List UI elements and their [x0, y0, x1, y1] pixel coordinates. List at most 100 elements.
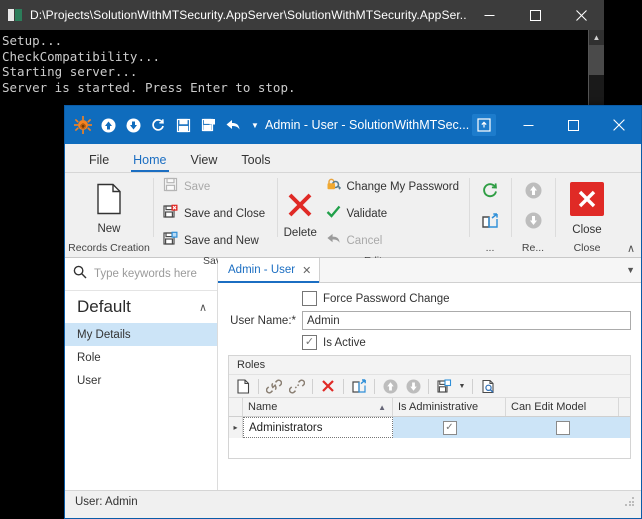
close-button[interactable]: Close: [561, 180, 613, 236]
new-record-icon[interactable]: [232, 376, 254, 396]
unlink-icon[interactable]: [286, 376, 308, 396]
user-name-row: User Name:* Admin: [228, 311, 631, 330]
delete-button[interactable]: Delete: [283, 189, 318, 239]
app-title-right-controls: [472, 106, 641, 144]
app-close-button[interactable]: [596, 106, 641, 144]
svg-text:◉: ◉: [80, 123, 86, 130]
console-maximize-button[interactable]: [512, 0, 558, 30]
ribbon-display-options-icon[interactable]: [472, 114, 496, 136]
console-minimize-button[interactable]: [466, 0, 512, 30]
save-and-close-button-label: Save and Close: [184, 208, 266, 220]
roles-panel-title: Roles: [229, 356, 630, 375]
user-form: Force Password Change User Name:* Admin …: [218, 283, 641, 490]
tab-home[interactable]: Home: [121, 149, 178, 172]
save-layout-icon[interactable]: [433, 376, 455, 396]
move-down-icon[interactable]: [402, 376, 424, 396]
tab-file[interactable]: File: [77, 149, 121, 172]
sidebar-item-role[interactable]: Role: [65, 346, 217, 369]
ribbon-collapse-chevron[interactable]: ∧: [627, 242, 635, 255]
console-title-text: D:\Projects\SolutionWithMTSecurity.AppSe…: [30, 8, 466, 22]
cancel-button[interactable]: Cancel: [322, 229, 464, 253]
validate-button[interactable]: Validate: [322, 202, 464, 226]
refresh-icon[interactable]: [481, 181, 499, 204]
toolbar-separator: [343, 378, 344, 394]
tab-tools[interactable]: Tools: [229, 149, 282, 172]
undo-icon[interactable]: [222, 114, 244, 136]
delete-x-icon[interactable]: [317, 376, 339, 396]
cell-can-edit-model[interactable]: [506, 417, 619, 438]
export-icon[interactable]: [481, 212, 499, 235]
sidebar-item-user[interactable]: User: [65, 369, 217, 392]
ribbon-group-edit: Delete Change My Password Validate Cance…: [277, 173, 469, 267]
save-and-close-button[interactable]: Save and Close: [159, 202, 269, 226]
save-icon: [163, 177, 178, 197]
chevron-down-icon[interactable]: ▼: [626, 258, 635, 282]
new-document-icon: [94, 183, 124, 220]
toolbar-separator: [428, 378, 429, 394]
ribbon-tab-bar: File Home View Tools: [65, 144, 641, 173]
column-header-can-edit-model[interactable]: Can Edit Model: [506, 398, 619, 416]
new-button-label: New: [97, 222, 121, 235]
chevron-up-icon[interactable]: ∧: [199, 301, 207, 314]
column-header-name[interactable]: Name ▲: [243, 398, 393, 416]
link-icon[interactable]: [263, 376, 285, 396]
close-icon[interactable]: ✕: [302, 264, 311, 277]
app-minimize-button[interactable]: [506, 106, 551, 144]
change-my-password-button[interactable]: Change My Password: [322, 175, 464, 199]
preview-icon[interactable]: [477, 376, 499, 396]
nav-group-title: Default: [77, 297, 131, 316]
roles-grid-header: Name ▲ Is Administrative Can Edit Model: [229, 398, 630, 417]
app-title-bar: ◉ ▼ Admin - User - SolutionWithMTSec...: [65, 106, 641, 144]
navigate-down-icon[interactable]: [122, 114, 144, 136]
console-scroll-up-icon[interactable]: ▲: [589, 30, 604, 45]
change-my-password-label: Change My Password: [346, 181, 460, 193]
is-active-checkbox[interactable]: ✓: [302, 335, 317, 350]
save-icon[interactable]: [172, 114, 194, 136]
chevron-down-icon[interactable]: ▼: [456, 376, 468, 396]
cell-is-administrative[interactable]: ✓: [393, 417, 506, 438]
force-password-change-checkbox[interactable]: [302, 291, 317, 306]
console-title-bar: D:\Projects\SolutionWithMTSecurity.AppSe…: [0, 0, 604, 30]
table-row[interactable]: ▸ Administrators ✓: [229, 417, 630, 438]
cell-name[interactable]: Administrators: [243, 417, 393, 438]
move-up-icon[interactable]: [379, 376, 401, 396]
is-active-row: ✓ Is Active: [228, 335, 631, 350]
status-bar: User: Admin: [65, 490, 641, 513]
force-password-change-label: Force Password Change: [323, 292, 450, 305]
app-title-text: Admin - User - SolutionWithMTSec...: [265, 118, 470, 132]
navigate-up-icon[interactable]: [97, 114, 119, 136]
app-maximize-button[interactable]: [551, 106, 596, 144]
console-scroll-thumb[interactable]: [589, 45, 604, 75]
validate-label: Validate: [346, 208, 388, 220]
search-icon: [73, 265, 87, 284]
can-edit-model-checkbox[interactable]: [555, 420, 570, 435]
key-lock-icon: [326, 177, 341, 197]
sort-ascending-icon: ▲: [378, 402, 386, 412]
sidebar-item-my-details[interactable]: My Details: [65, 323, 217, 346]
record-down-icon[interactable]: [525, 212, 542, 234]
ribbon-group-label-records-creation: Records Creation: [68, 242, 150, 254]
resize-grip-icon[interactable]: [625, 497, 635, 507]
column-header-name-label: Name: [248, 401, 278, 413]
quick-access-overflow-caret[interactable]: ▼: [247, 114, 263, 136]
save-and-close-icon[interactable]: [197, 114, 219, 136]
document-tab-admin-user[interactable]: Admin - User ✕: [218, 258, 321, 283]
tab-view[interactable]: View: [179, 149, 230, 172]
record-up-icon[interactable]: [525, 182, 542, 204]
user-name-input[interactable]: Admin: [302, 311, 631, 330]
grid-indicator-header: [229, 398, 243, 416]
save-button[interactable]: Save: [159, 175, 269, 199]
application-window: ◉ ▼ Admin - User - SolutionWithMTSec... …: [64, 105, 642, 519]
refresh-icon[interactable]: [147, 114, 169, 136]
is-administrative-checkbox[interactable]: ✓: [442, 420, 457, 435]
export-icon[interactable]: [348, 376, 370, 396]
checkbox-mark: ✓: [445, 421, 454, 433]
save-and-new-icon: [163, 231, 178, 251]
nav-group-default[interactable]: Default ∧: [65, 291, 217, 323]
status-bar-text: User: Admin: [75, 496, 138, 508]
console-close-button[interactable]: [558, 0, 604, 30]
new-button[interactable]: New: [80, 181, 138, 235]
console-output-text: Setup... CheckCompatibility... Starting …: [2, 33, 296, 95]
save-and-new-button[interactable]: Save and New: [159, 229, 269, 253]
column-header-is-administrative[interactable]: Is Administrative: [393, 398, 506, 416]
